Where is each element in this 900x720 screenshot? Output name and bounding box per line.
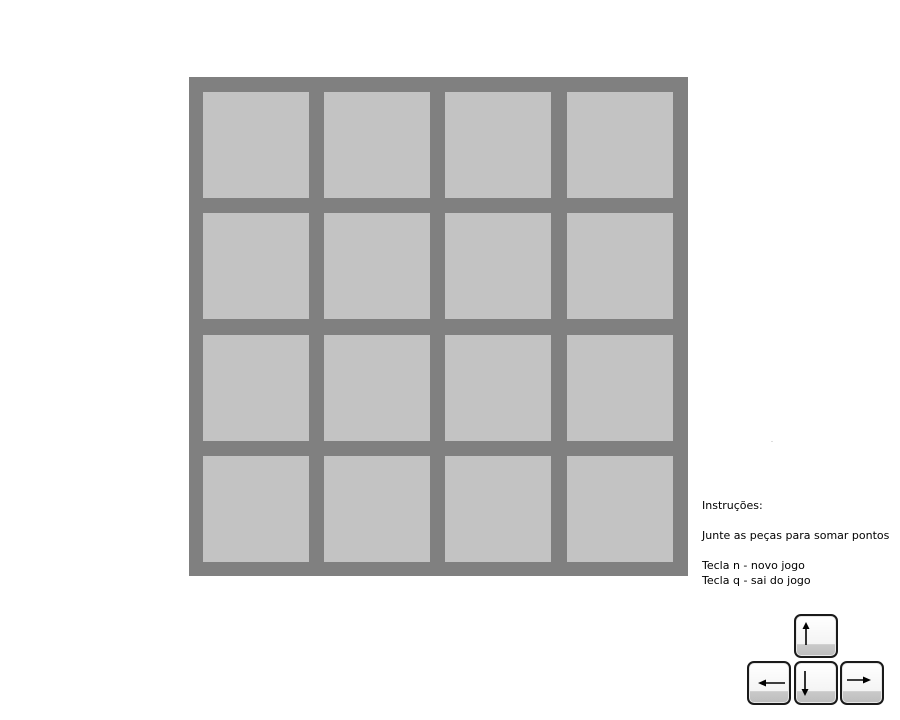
instructions-panel: Instruções: Junte as peças para somar po… [702,498,889,588]
tile-r4-c4 [567,456,673,562]
arrow-left-icon [758,679,785,687]
arrow-right-icon [847,676,871,684]
tile-r4-c1 [203,456,309,562]
tile-r2-c3 [445,213,551,319]
tile-r1-c2 [324,92,430,198]
instructions-objective: Junte as peças para somar pontos [702,529,890,542]
tile-r1-c4 [567,92,673,198]
tile-r3-c2 [324,335,430,441]
tile-r3-c4 [567,335,673,441]
tile-r2-c1 [203,213,309,319]
game-board [189,77,688,576]
arrow-up-icon [802,622,810,645]
tile-r3-c3 [445,335,551,441]
instructions-title: Instruções: [702,499,763,512]
arrow-up-key[interactable] [794,614,838,658]
tile-r3-c1 [203,335,309,441]
arrow-left-key[interactable] [747,661,791,705]
tile-r4-c2 [324,456,430,562]
arrow-down-icon [801,671,809,696]
tile-r2-c2 [324,213,430,319]
tile-r4-c3 [445,456,551,562]
tile-r2-c4 [567,213,673,319]
arrow-right-key[interactable] [840,661,884,705]
instructions-new-game: Tecla n - novo jogo [702,559,805,572]
arrow-down-key[interactable] [794,661,838,705]
instructions-quit: Tecla q - sai do jogo [702,574,811,587]
tile-r1-c3 [445,92,551,198]
stray-pixel [771,441,773,442]
tile-r1-c1 [203,92,309,198]
